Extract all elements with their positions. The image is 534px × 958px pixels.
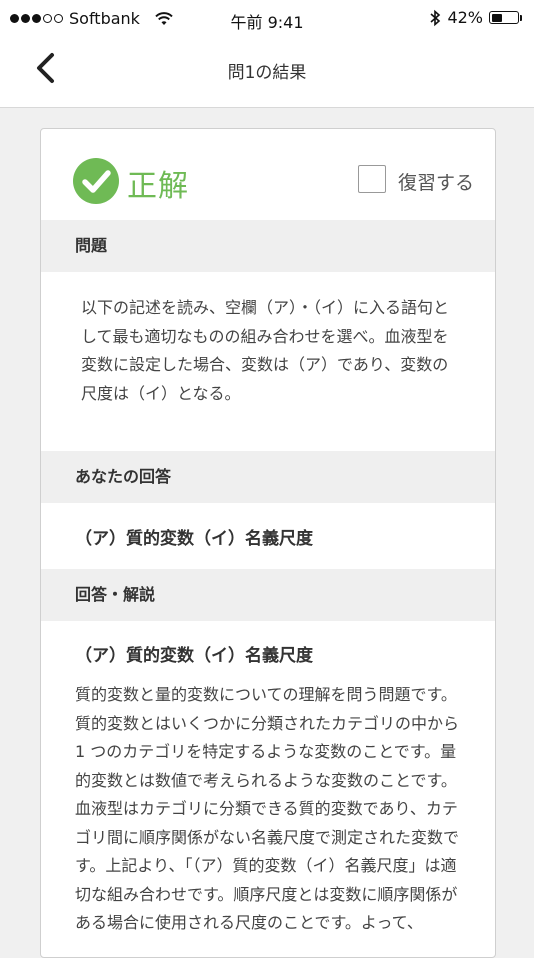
- question-block: 以下の記述を読み、空欄（ア）・（イ）に入る語句として最も適切なものの組み合わせを…: [41, 272, 495, 451]
- status-bar: Softbank 午前 9:41 42%: [0, 0, 534, 36]
- battery-fill: [491, 13, 502, 22]
- result-row: 正解 復習する: [41, 129, 495, 220]
- review-checkbox[interactable]: [358, 165, 386, 193]
- battery-percent: 42%: [447, 8, 483, 27]
- review-label[interactable]: 復習する: [398, 168, 474, 195]
- result-card: 正解 復習する 問題 以下の記述を読み、空欄（ア）・（イ）に入る語句として最も適…: [40, 128, 496, 958]
- page-title: 問1の結果: [227, 63, 307, 83]
- your-answer-block: （ア）質的変数（イ）名義尺度: [41, 503, 495, 569]
- nav-bar: 問1の結果: [0, 36, 534, 108]
- question-text: 以下の記述を読み、空欄（ア）・（イ）に入る語句として最も適切なものの組み合わせを…: [81, 298, 450, 403]
- bluetooth-icon: [430, 9, 441, 26]
- correct-answer-text: （ア）質的変数（イ）名義尺度: [75, 646, 313, 666]
- your-answer-section-header: あなたの回答: [41, 451, 495, 503]
- battery-cap: [520, 14, 522, 21]
- result-status-label: 正解: [127, 169, 189, 204]
- your-answer-text: （ア）質的変数（イ）名義尺度: [75, 529, 313, 549]
- check-circle-icon: [73, 158, 119, 204]
- battery-icon: [489, 11, 519, 24]
- explanation-text: 質的変数と量的変数についての理解を問う問題です。質的変数とはいくつかに分類された…: [75, 685, 460, 932]
- question-section-header: 問題: [41, 220, 495, 272]
- explanation-section-header: 回答・解説: [41, 569, 495, 621]
- status-right: 42%: [429, 8, 522, 27]
